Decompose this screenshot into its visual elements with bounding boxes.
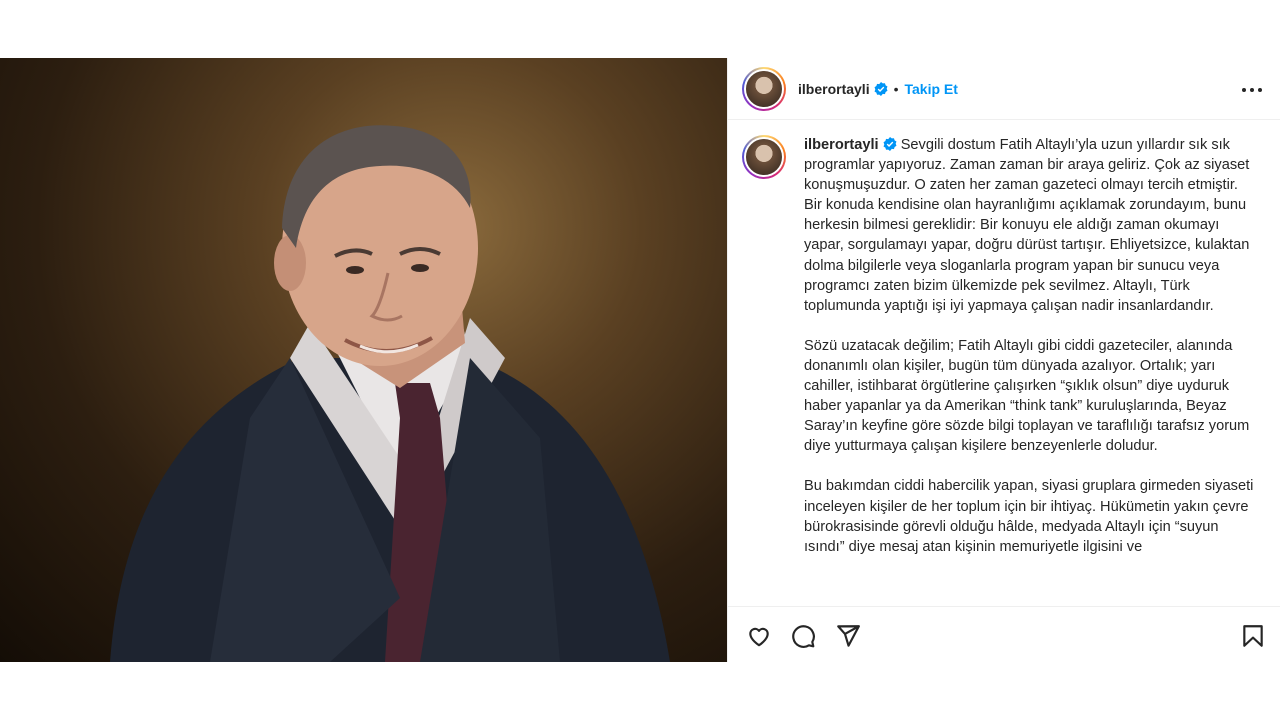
verified-badge-icon [874,81,888,96]
caption-paragraph-2: Sözü uzatacak değilim; Fatih Altaylı gib… [804,337,1250,455]
caption-avatar[interactable] [742,135,786,179]
follow-button[interactable]: Takip Et [905,81,958,97]
bookmark-icon[interactable] [1240,623,1266,649]
caption-paragraph-1: Sevgili dostum Fatih Altaylı’yla uzun yı… [804,137,1250,314]
profile-avatar[interactable] [742,66,786,111]
post-header: ilberortayli • Takip Et [728,58,1280,120]
caption-text: ilberortayli Sevgili dostum Fatih Altayl… [804,135,1256,606]
share-icon[interactable] [835,623,861,649]
comment-icon[interactable] [790,623,816,649]
post-container: ilberortayli • Takip Et ilberortayli Sev… [0,58,1280,662]
verified-badge-icon [883,137,897,151]
separator-dot: • [893,80,899,97]
caption-paragraph-3: Bu bakımdan ciddi habercilik yapan, siya… [804,478,1254,555]
post-side-panel: ilberortayli • Takip Et ilberortayli Sev… [727,58,1280,662]
heart-icon[interactable] [746,623,772,649]
username-link[interactable]: ilberortayli [798,81,870,97]
portrait-illustration [110,125,670,662]
more-options-icon[interactable] [1242,80,1262,100]
caption-username[interactable]: ilberortayli [804,137,879,153]
action-bar [728,606,1280,662]
post-photo[interactable] [0,58,727,662]
caption-section: ilberortayli Sevgili dostum Fatih Altayl… [728,121,1280,606]
